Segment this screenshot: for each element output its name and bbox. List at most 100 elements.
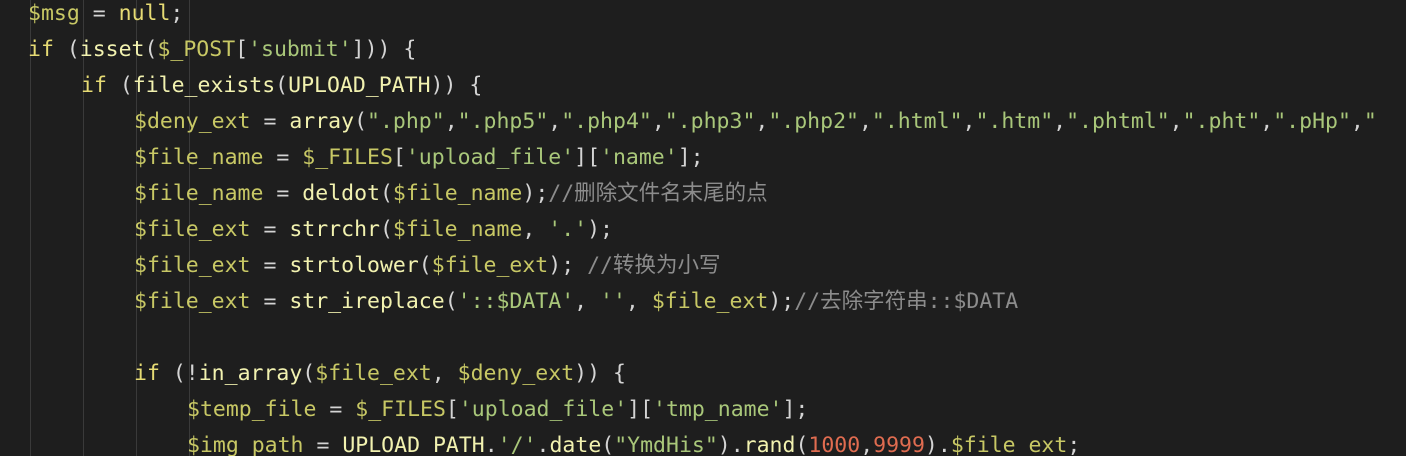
code-line[interactable]: if (file_exists(UPLOAD_PATH)) { bbox=[28, 68, 1377, 104]
punctuation-token: , bbox=[1260, 109, 1274, 134]
function-token: in_array bbox=[198, 361, 303, 386]
punctuation-token: , bbox=[755, 109, 769, 134]
punctuation-token: . bbox=[536, 433, 550, 456]
punctuation-token: ; bbox=[1067, 433, 1081, 456]
code-content[interactable]: $msg = null; if (isset($_POST['submit']))… bbox=[28, 0, 1377, 456]
punctuation-token: , bbox=[858, 109, 872, 134]
string-token: '' bbox=[600, 289, 626, 314]
constant-token: UPLOAD_PATH bbox=[342, 433, 485, 456]
punctuation-token: = bbox=[250, 109, 290, 134]
punctuation-token: = bbox=[263, 145, 303, 170]
variable-token: $file_ext bbox=[134, 217, 251, 242]
string-token: '::$DATA' bbox=[457, 289, 575, 314]
punctuation-token: ( bbox=[106, 73, 133, 98]
string-token: ".pht" bbox=[1182, 109, 1261, 134]
punctuation-token: = bbox=[303, 433, 343, 456]
code-editor[interactable]: $msg = null; if (isset($_POST['submit']))… bbox=[0, 0, 1406, 456]
punctuation-token: = bbox=[79, 1, 119, 26]
punctuation-token: = bbox=[250, 289, 290, 314]
punctuation-token: ); bbox=[548, 253, 588, 278]
function-token: file_exists bbox=[132, 73, 276, 98]
punctuation-token: ( bbox=[379, 217, 393, 242]
punctuation-token: ). bbox=[717, 433, 744, 456]
variable-token: $file_name bbox=[392, 217, 523, 242]
punctuation-token: ); bbox=[768, 289, 795, 314]
string-token: ".php" bbox=[367, 109, 445, 134]
function-token: array bbox=[289, 109, 355, 134]
code-line[interactable]: $img_path = UPLOAD_PATH.'/'.date("YmdHis… bbox=[28, 428, 1377, 456]
function-token: deldot bbox=[302, 181, 380, 206]
punctuation-token: )) { bbox=[430, 73, 483, 98]
code-line[interactable] bbox=[28, 320, 1377, 356]
number-token: 9999 bbox=[873, 433, 925, 456]
punctuation-token: )) { bbox=[574, 361, 626, 386]
punctuation-token: = bbox=[316, 397, 356, 422]
function-token: strrchr bbox=[289, 217, 380, 242]
string-token: '/' bbox=[497, 433, 537, 456]
variable-token: $deny_ext bbox=[457, 361, 575, 386]
string-token: 'submit' bbox=[248, 37, 352, 62]
variable-token: $_FILES bbox=[355, 397, 446, 422]
code-line[interactable]: $file_ext = strrchr($file_name, '.'); bbox=[28, 212, 1377, 248]
function-token: str_ireplace bbox=[289, 289, 445, 314]
string-token: ".php5" bbox=[457, 109, 549, 134]
string-token: ".php3" bbox=[664, 109, 756, 134]
punctuation-token: , bbox=[625, 289, 652, 314]
code-line[interactable]: $msg = null; bbox=[28, 0, 1377, 32]
punctuation-token: ( bbox=[53, 37, 80, 62]
punctuation-token: , bbox=[431, 361, 458, 386]
string-token: ".html" bbox=[871, 109, 963, 134]
code-line[interactable]: $file_ext = strtolower($file_ext); //转换为… bbox=[28, 248, 1377, 284]
punctuation-token: [ bbox=[392, 145, 406, 170]
code-line[interactable]: $temp_file = $_FILES['upload_file']['tmp… bbox=[28, 392, 1377, 428]
keyword-token: if bbox=[134, 361, 160, 386]
punctuation-token: ; bbox=[170, 1, 184, 26]
punctuation-token: , bbox=[444, 109, 458, 134]
string-token: ".htm" bbox=[975, 109, 1054, 134]
punctuation-token: ( bbox=[275, 73, 289, 98]
punctuation-token: ]; bbox=[782, 397, 809, 422]
variable-token: $file_name bbox=[392, 181, 523, 206]
punctuation-token: ). bbox=[924, 433, 951, 456]
string-token: 'upload_file' bbox=[405, 145, 575, 170]
number-token: 1000 bbox=[808, 433, 861, 456]
string-token: ".php2" bbox=[768, 109, 859, 134]
variable-token: $file_ext bbox=[431, 253, 549, 278]
variable-token: $file_ext bbox=[134, 253, 251, 278]
punctuation-token: ]; bbox=[677, 145, 704, 170]
punctuation-token: ( bbox=[601, 433, 615, 456]
punctuation-token: ( bbox=[302, 361, 316, 386]
keyword-token: if bbox=[28, 37, 54, 62]
variable-token: $_FILES bbox=[302, 145, 393, 170]
variable-token: $file_name bbox=[134, 145, 264, 170]
string-token: "YmdHis" bbox=[614, 433, 718, 456]
punctuation-token: , bbox=[1053, 109, 1067, 134]
punctuation-token: [ bbox=[235, 37, 249, 62]
punctuation-token: = bbox=[263, 181, 303, 206]
code-line[interactable]: $file_ext = str_ireplace('::$DATA', '', … bbox=[28, 284, 1377, 320]
function-token: rand bbox=[743, 433, 796, 456]
punctuation-token: . bbox=[484, 433, 498, 456]
constant-token: UPLOAD_PATH bbox=[288, 73, 431, 98]
code-line[interactable]: if (isset($_POST['submit'])) { bbox=[28, 32, 1377, 68]
punctuation-token: ( bbox=[795, 433, 809, 456]
code-line[interactable]: $file_name = $_FILES['upload_file']['nam… bbox=[28, 140, 1377, 176]
keyword-token: null bbox=[118, 1, 171, 26]
string-token: ".pHp" bbox=[1273, 109, 1351, 134]
punctuation-token: = bbox=[250, 217, 290, 242]
punctuation-token: , bbox=[860, 433, 874, 456]
punctuation-token: , bbox=[574, 289, 601, 314]
punctuation-token: , bbox=[548, 109, 562, 134]
punctuation-token: ( bbox=[144, 37, 158, 62]
keyword-token: if bbox=[81, 73, 107, 98]
code-line[interactable]: $file_name = deldot($file_name);//删除文件名末… bbox=[28, 176, 1377, 212]
function-token: date bbox=[549, 433, 602, 456]
code-line[interactable]: if (!in_array($file_ext, $deny_ext)) { bbox=[28, 356, 1377, 392]
code-line[interactable]: $deny_ext = array(".php",".php5",".php4"… bbox=[28, 104, 1377, 140]
string-token: ".phtml" bbox=[1066, 109, 1170, 134]
punctuation-token: ][ bbox=[574, 145, 601, 170]
punctuation-token: = bbox=[250, 253, 290, 278]
punctuation-token: ( bbox=[354, 109, 368, 134]
comment-token: //删除文件名末尾的点 bbox=[548, 181, 768, 206]
string-token: 'upload_file' bbox=[458, 397, 628, 422]
